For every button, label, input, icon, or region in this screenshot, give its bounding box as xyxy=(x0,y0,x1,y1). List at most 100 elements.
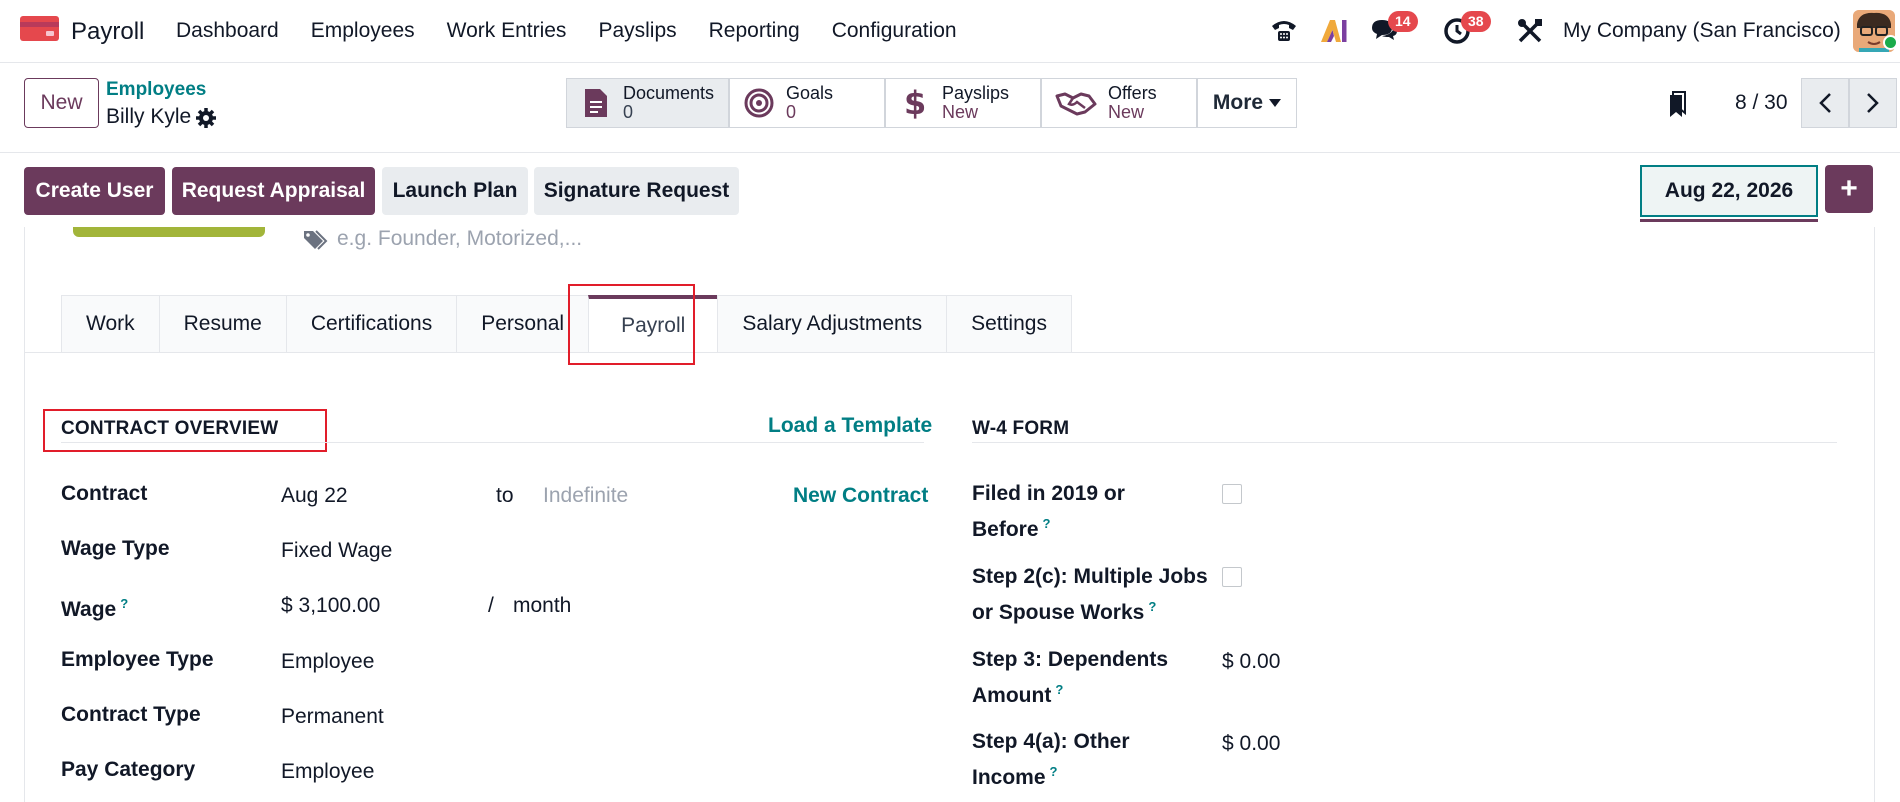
step2c-checkbox[interactable] xyxy=(1222,567,1242,587)
contract-overview-divider xyxy=(61,442,924,443)
more-smart-buttons-dropdown[interactable]: More xyxy=(1197,78,1297,128)
menu-payslips[interactable]: Payslips xyxy=(598,19,676,43)
debug-tools-icon[interactable] xyxy=(1512,12,1548,50)
launch-plan-button[interactable]: Launch Plan xyxy=(382,167,528,215)
filed-2019-label-line2: Before xyxy=(972,518,1039,541)
contract-label: Contract xyxy=(61,482,148,505)
menu-dashboard[interactable]: Dashboard xyxy=(176,19,279,43)
target-icon xyxy=(742,86,776,120)
step4a-label-line2: Income xyxy=(972,766,1046,789)
ai-icon[interactable] xyxy=(1316,12,1352,50)
phone-icon[interactable] xyxy=(1266,12,1302,50)
smart-button-documents-title: Documents xyxy=(623,83,715,103)
step2c-help-tooltip[interactable]: ? xyxy=(1148,599,1156,614)
filed-2019-label-line1: Filed in 2019 or xyxy=(972,482,1125,505)
filed-2019-label: Filed in 2019 or Before? xyxy=(972,479,1125,545)
wage-type-label: Wage Type xyxy=(61,537,170,560)
step3-label: Step 3: Dependents Amount? xyxy=(972,645,1168,711)
tab-certifications[interactable]: Certifications xyxy=(285,295,457,353)
smart-button-offers[interactable]: Offers New xyxy=(1041,78,1197,128)
app-name[interactable]: Payroll xyxy=(71,18,144,46)
menu-employees[interactable]: Employees xyxy=(311,19,415,43)
step3-label-line2-wrap: Amount? xyxy=(972,675,1168,711)
w4-form-divider xyxy=(972,442,1837,443)
breadcrumb-current-record: Billy Kyle xyxy=(106,105,192,128)
smart-button-payslips-title: Payslips xyxy=(942,83,1010,103)
chevron-left-icon xyxy=(1819,93,1831,113)
top-navbar: Payroll Dashboard Employees Work Entries… xyxy=(0,0,1900,63)
wage-label-text: Wage xyxy=(61,598,117,621)
smart-button-goals-value: 0 xyxy=(786,102,797,122)
load-template-link[interactable]: Load a Template xyxy=(768,414,932,438)
smart-button-goals[interactable]: Goals 0 xyxy=(729,78,885,128)
main-menu: Dashboard Employees Work Entries Payslip… xyxy=(176,19,989,43)
step2c-label-line1: Step 2(c): Multiple Jobs xyxy=(972,565,1208,588)
wage-separator: / xyxy=(488,594,494,617)
menu-work-entries[interactable]: Work Entries xyxy=(447,19,567,43)
chat-count-badge: 14 xyxy=(1388,11,1418,32)
online-status-dot xyxy=(1883,35,1898,50)
tags-input[interactable]: e.g. Founder, Motorized,... xyxy=(337,227,582,251)
caret-down-icon xyxy=(1269,99,1282,107)
step4a-label-line1: Step 4(a): Other xyxy=(972,730,1130,753)
smart-button-offers-value: New xyxy=(1108,102,1145,122)
activity-clock-icon[interactable]: 38 xyxy=(1439,11,1491,50)
payroll-app-icon[interactable] xyxy=(20,16,59,41)
create-user-button[interactable]: Create User xyxy=(24,167,165,215)
step3-help-tooltip[interactable]: ? xyxy=(1055,682,1063,697)
pay-category-value[interactable]: Employee xyxy=(281,760,374,784)
date-field[interactable]: Aug 22, 2026 xyxy=(1640,165,1818,217)
contract-end-date[interactable]: Indefinite xyxy=(543,484,628,508)
pager-previous-button[interactable] xyxy=(1801,78,1849,128)
tab-settings[interactable]: Settings xyxy=(946,295,1072,353)
contract-overview-title: CONTRACT OVERVIEW xyxy=(61,418,279,439)
control-panel: New Employees Billy Kyle Documents 0 Goal… xyxy=(0,63,1900,153)
date-field-underline xyxy=(1640,219,1818,222)
contract-type-value[interactable]: Permanent xyxy=(281,705,384,729)
step4a-label-line2-wrap: Income? xyxy=(972,757,1130,793)
new-record-button[interactable]: New xyxy=(24,78,99,128)
contract-to-label: to xyxy=(496,484,514,507)
wage-amount[interactable]: $ 3,100.00 xyxy=(281,594,380,618)
wage-label: Wage? xyxy=(61,589,128,625)
contract-start-date[interactable]: Aug 22 xyxy=(281,484,348,508)
tabs-divider xyxy=(25,352,1875,353)
step2c-label-line2: or Spouse Works xyxy=(972,601,1145,624)
menu-reporting[interactable]: Reporting xyxy=(709,19,800,43)
step4a-help-tooltip[interactable]: ? xyxy=(1050,764,1058,779)
filed-2019-checkbox[interactable] xyxy=(1222,484,1242,504)
status-bar xyxy=(73,227,265,237)
employee-type-value[interactable]: Employee xyxy=(281,650,374,674)
tab-salary-adjustments[interactable]: Salary Adjustments xyxy=(717,295,947,353)
wage-type-value[interactable]: Fixed Wage xyxy=(281,539,392,563)
signature-request-button[interactable]: Signature Request xyxy=(534,167,739,215)
company-switcher[interactable]: My Company (San Francisco) xyxy=(1563,19,1841,43)
add-button[interactable]: + xyxy=(1825,165,1873,213)
menu-configuration[interactable]: Configuration xyxy=(832,19,957,43)
filed-2019-help-tooltip[interactable]: ? xyxy=(1043,516,1051,531)
request-appraisal-button[interactable]: Request Appraisal xyxy=(172,167,375,215)
more-label: More xyxy=(1212,91,1264,114)
record-actions-gear-icon[interactable] xyxy=(195,107,217,129)
chat-icon[interactable]: 14 xyxy=(1366,11,1418,50)
smart-button-payslips[interactable]: $ Payslips New xyxy=(885,78,1041,128)
smart-button-offers-title: Offers xyxy=(1108,83,1157,103)
step3-amount[interactable]: $ 0.00 xyxy=(1222,650,1280,674)
w4-form-title: W-4 FORM xyxy=(972,418,1070,439)
step4a-amount[interactable]: $ 0.00 xyxy=(1222,732,1280,756)
step3-label-line2: Amount xyxy=(972,684,1052,707)
wage-help-tooltip[interactable]: ? xyxy=(120,596,128,611)
document-icon xyxy=(579,86,613,120)
activity-count-badge: 38 xyxy=(1461,11,1491,32)
pager-next-button[interactable] xyxy=(1849,78,1897,128)
employee-type-label: Employee Type xyxy=(61,648,214,671)
pay-category-label: Pay Category xyxy=(61,758,196,781)
smart-button-documents[interactable]: Documents 0 xyxy=(566,78,729,128)
new-contract-link[interactable]: New Contract xyxy=(793,484,928,508)
bookmark-icon[interactable] xyxy=(1668,89,1690,119)
tab-resume[interactable]: Resume xyxy=(158,295,286,353)
tab-work[interactable]: Work xyxy=(61,295,159,353)
step4a-label: Step 4(a): Other Income? xyxy=(972,727,1130,793)
breadcrumb-employees[interactable]: Employees xyxy=(106,79,206,101)
pager-counter[interactable]: 8 / 30 xyxy=(1735,91,1788,115)
